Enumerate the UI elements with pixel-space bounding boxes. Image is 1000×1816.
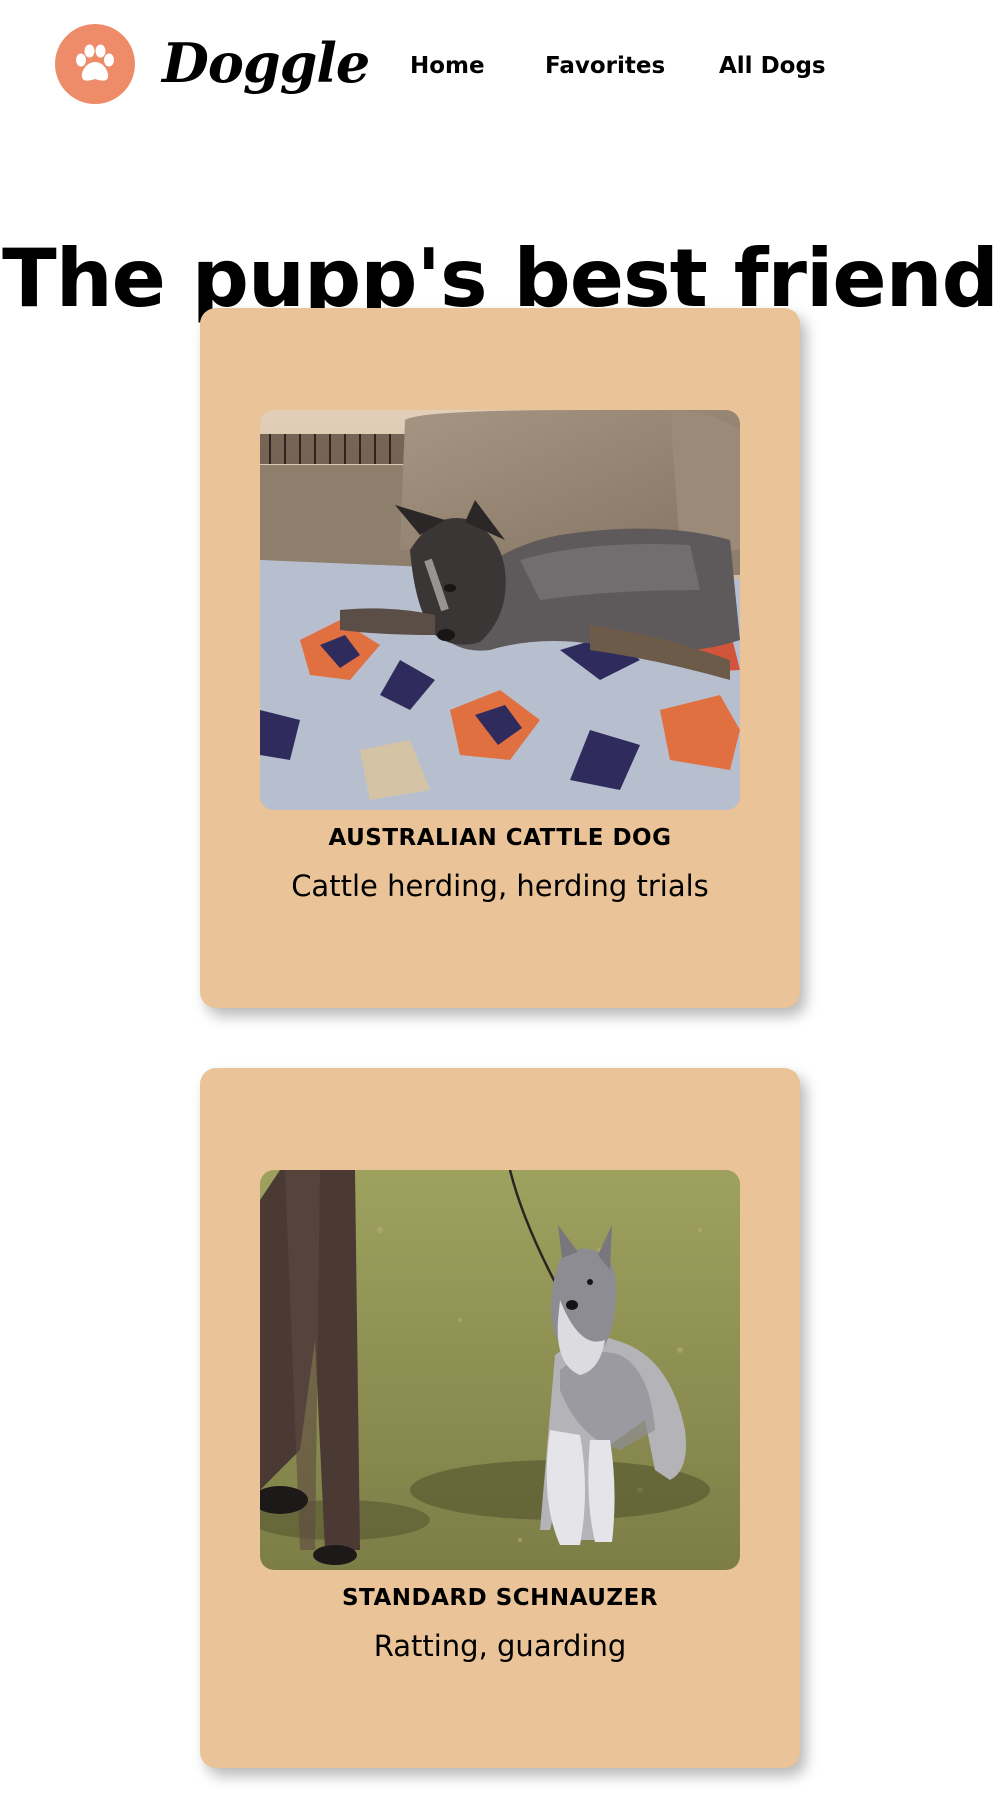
dog-on-couch-image [260,410,740,810]
site-header: Doggle Home Favorites All Dogs [0,0,1000,130]
bred-for: Ratting, guarding [373,1629,627,1663]
breed-name: AUSTRALIAN CATTLE DOG [328,825,672,851]
dog-card[interactable]: AUSTRALIAN CATTLE DOG Cattle herding, he… [200,308,800,1008]
schnauzer-on-grass-image [260,1170,740,1570]
main-nav: Home Favorites All Dogs [0,46,1000,86]
nav-favorites[interactable]: Favorites [545,46,665,86]
nav-all-dogs[interactable]: All Dogs [719,46,826,86]
bred-for: Cattle herding, herding trials [291,869,709,903]
breed-name: STANDARD SCHNAUZER [341,1585,659,1611]
dog-photo [260,1170,740,1570]
nav-home[interactable]: Home [410,46,485,86]
dog-photo [260,410,740,810]
dog-card[interactable]: STANDARD SCHNAUZER Ratting, guarding [200,1068,800,1768]
